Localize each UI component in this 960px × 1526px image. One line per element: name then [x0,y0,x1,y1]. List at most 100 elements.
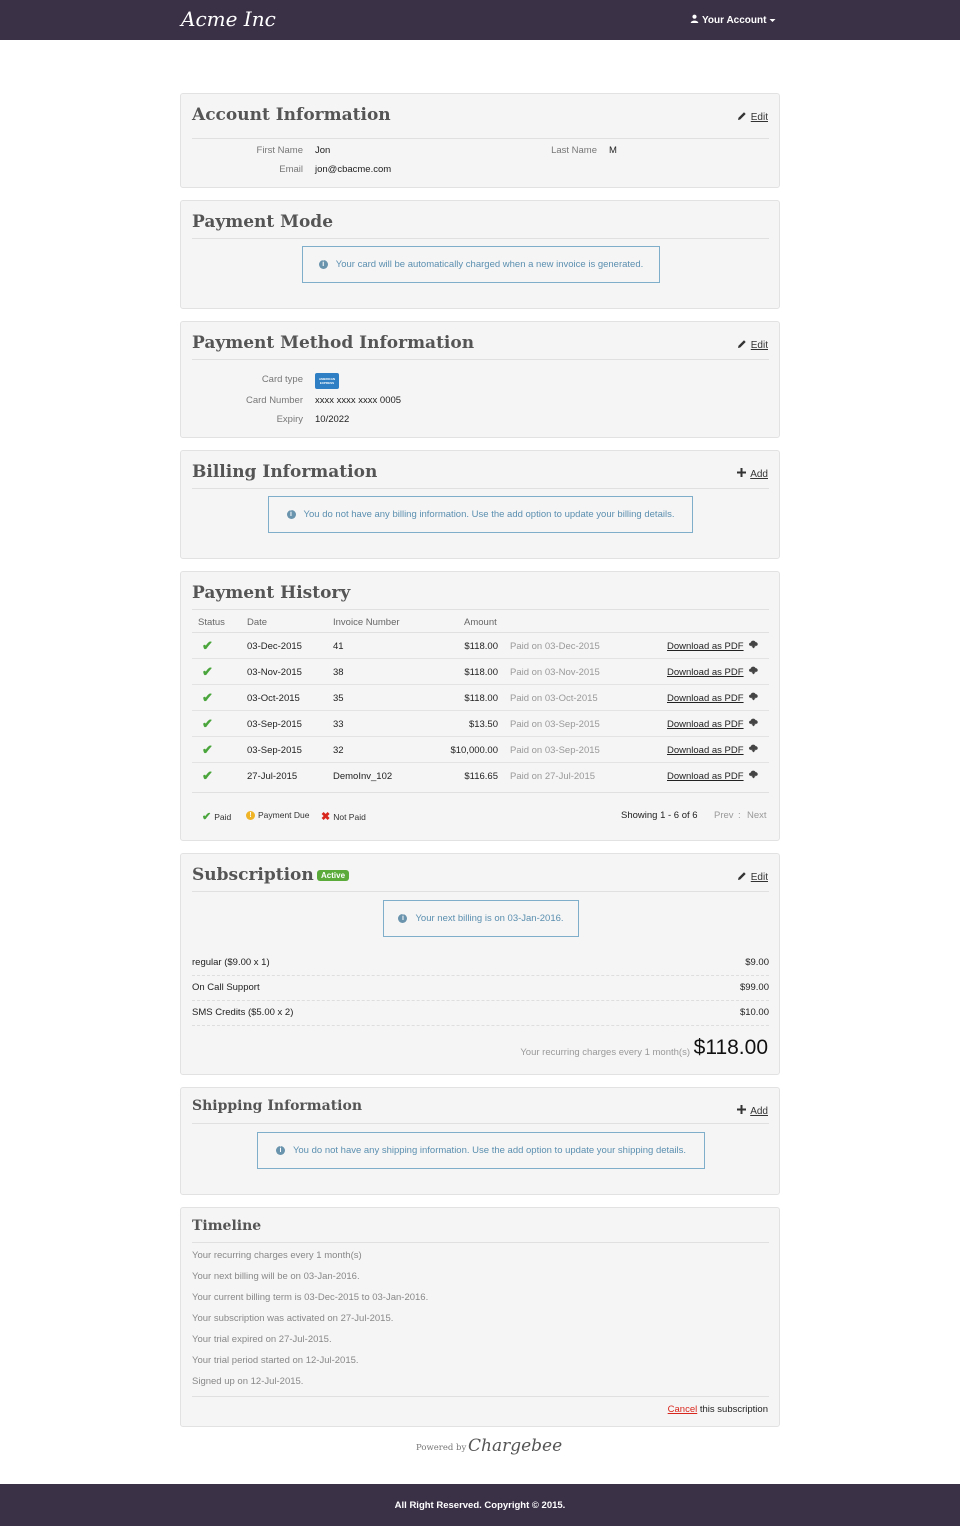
add-link[interactable]: Add [750,1106,768,1117]
status-badge: Active [317,870,350,881]
amount-header: Amount [464,617,497,628]
divider [192,609,769,610]
row-paid-on: Paid on 03-Sep-2015 [510,745,600,756]
download-pdf-link[interactable]: Download as PDF [667,745,744,756]
edit-link[interactable]: Edit [751,872,768,883]
card-number-value: xxxx xxxx xxxx 0005 [315,395,402,406]
add-link[interactable]: Add [750,469,768,480]
card-number-label: Card Number [245,395,303,406]
subscription-edit-button[interactable]: Edit [737,871,768,884]
billing-info-text: You do not have any billing information.… [303,509,675,520]
cloud-download-icon[interactable] [748,691,759,704]
download-pdf-link[interactable]: Download as PDF [667,771,744,782]
payment-history-panel: Payment History Status Date Invoice Numb… [180,571,780,841]
timeline-item: Your trial expired on 27-Jul-2015. [192,1334,332,1345]
billing-information-panel: Billing Information Add i You do not hav… [180,450,780,559]
divider [192,792,769,793]
recurring-charges-label: Your recurring charges every 1 month(s) [520,1047,690,1058]
divider [192,1242,769,1243]
paid-check-icon: ✔ [202,716,213,731]
brand-logo[interactable]: Acme Inc [181,7,276,31]
download-pdf-link[interactable]: Download as PDF [667,693,744,704]
cloud-download-icon[interactable] [748,743,759,756]
timeline-panel: Timeline Your recurring charges every 1 … [180,1207,780,1427]
row-invoice-number: 35 [333,693,344,704]
info-icon: i [398,914,408,923]
payment-mode-info-text: Your card will be automatically charged … [335,259,644,270]
payment-method-panel: Payment Method Information Edit Card typ… [180,321,780,438]
expiry-label: Expiry [276,414,303,425]
table-row: ✔ 03-Sep-2015 32 $10,000.00 Paid on 03-Sep-2… [192,737,769,763]
download-pdf-link[interactable]: Download as PDF [667,641,744,652]
cloud-download-icon[interactable] [748,717,759,730]
plus-icon [737,1105,747,1117]
billing-add-button[interactable]: Add [737,468,768,480]
subscription-line-item: regular ($9.00 x 1) $9.00 [192,951,769,976]
chargebee-logo[interactable]: Chargebee [468,1436,562,1456]
timeline-item: Your subscription was activated on 27-Ju… [192,1313,394,1324]
row-amount: $118.00 [464,667,498,678]
line-item-name: SMS Credits ($5.00 x 2) [192,1007,294,1018]
shipping-info-text: You do not have any shipping information… [292,1145,687,1156]
card-type-label: Card type [261,374,303,385]
prev-button[interactable]: Prev [714,810,734,821]
your-account-menu[interactable]: Your Account [690,14,776,26]
edit-link[interactable]: Edit [751,112,768,123]
exclamation-icon: ! [246,810,255,820]
payment-method-edit-button[interactable]: Edit [737,339,768,352]
info-icon: i [318,260,328,269]
shipping-add-button[interactable]: Add [737,1105,768,1117]
line-item-price: $99.00 [739,982,769,993]
row-date: 03-Oct-2015 [247,693,300,704]
amex-card-icon: AMERICAN EXPRESS [315,373,339,389]
edit-link[interactable]: Edit [751,340,768,351]
user-icon [690,14,699,26]
timeline-item: Your current billing term is 03-Dec-2015… [192,1292,429,1303]
account-information-panel: Account Information Edit First Name Jon … [180,93,780,188]
download-pdf-link[interactable]: Download as PDF [667,719,744,730]
legend-not-paid-label: Not Paid [333,811,366,822]
cloud-download-icon[interactable] [748,769,759,782]
cloud-download-icon[interactable] [748,665,759,678]
row-date: 03-Sep-2015 [247,719,302,730]
divider [192,488,769,489]
paid-check-icon: ✔ [202,768,213,783]
row-amount: $118.00 [464,693,498,704]
legend-not-paid: ✖ Not Paid [321,810,366,823]
line-item-name: On Call Support [192,982,260,993]
line-item-price: $9.00 [745,957,769,968]
subscription-line-items: regular ($9.00 x 1) $9.00 On Call Support $… [181,951,781,1027]
cloud-download-icon[interactable] [748,639,759,652]
payment-mode-panel: Payment Mode i Your card will be automat… [180,200,780,309]
row-amount: $10,000.00 [450,745,498,756]
account-edit-button[interactable]: Edit [737,111,768,124]
payment-history-table: ✔ 03-Dec-2015 41 $118.00 Paid on 03-Dec-2015… [181,633,781,789]
cancel-subscription-suffix: this subscription [699,1404,768,1415]
pencil-icon [737,111,747,124]
last-name-label: Last Name [551,145,597,156]
account-information-title: Account Information [192,105,391,125]
check-icon: ✔ [202,811,212,823]
powered-by-label: Powered by [416,1443,467,1453]
date-header: Date [247,617,268,628]
divider [192,891,769,892]
expiry-value: 10/2022 [315,414,350,425]
row-paid-on: Paid on 03-Nov-2015 [510,667,600,678]
legend-payment-due: ! Payment Due [246,810,310,820]
next-button[interactable]: Next [747,810,767,821]
first-name-value: Jon [315,145,331,156]
table-row: ✔ 03-Nov-2015 38 $118.00 Paid on 03-Nov-2015… [192,659,769,685]
paid-check-icon: ✔ [202,664,213,679]
divider [192,359,769,360]
info-icon: i [275,1146,285,1155]
download-pdf-link[interactable]: Download as PDF [667,667,744,678]
row-paid-on: Paid on 03-Dec-2015 [510,641,600,652]
shipping-information-panel: Shipping Information Add i You do not ha… [180,1087,780,1195]
recurring-total: $118.00 [693,1036,768,1059]
paid-check-icon: ✔ [202,690,213,705]
footer: All Right Reserved. Copyright © 2015. [0,1484,960,1526]
timeline-item: Signed up on 12-Jul-2015. [192,1376,304,1387]
row-date: 03-Dec-2015 [247,641,302,652]
email-value: jon@cbacme.com [315,164,392,175]
cancel-subscription-link[interactable]: Cancel [668,1404,698,1415]
